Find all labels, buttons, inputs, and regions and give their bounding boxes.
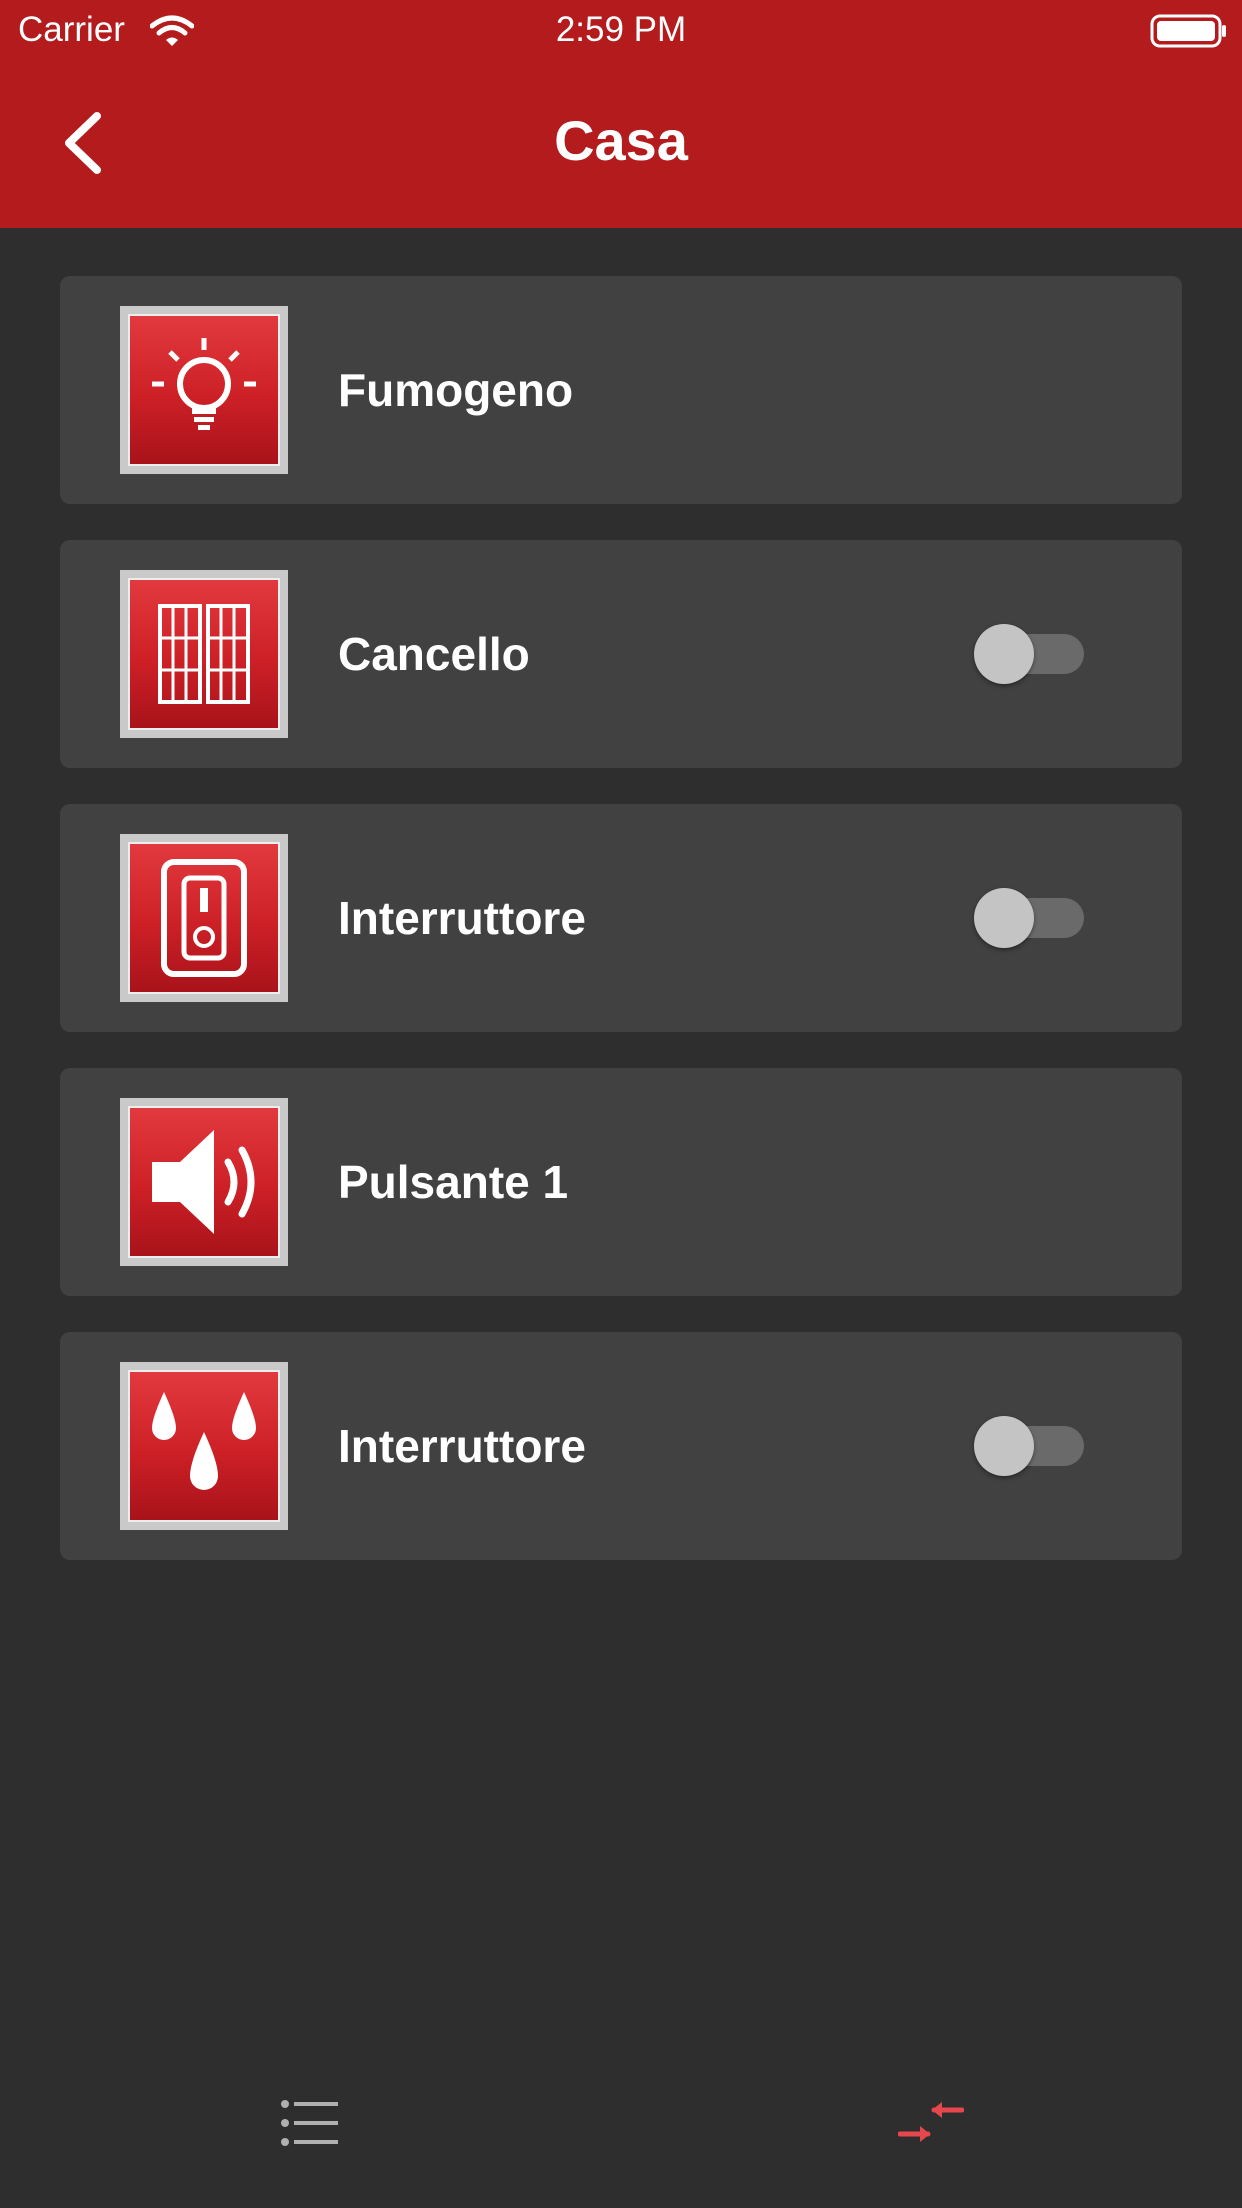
compact-arrows-icon[interactable] [898,2098,964,2148]
device-card-fumogeno[interactable]: Fumogeno [60,276,1182,504]
toggle-switch[interactable] [974,624,1084,684]
device-label: Pulsante 1 [338,1156,569,1208]
page-title: Casa [554,109,688,172]
device-label: Fumogeno [338,364,574,416]
switch-icon [120,834,288,1002]
device-label: Interruttore [338,892,586,944]
toggle-knob [974,888,1034,948]
toggle-switch[interactable] [974,888,1084,948]
device-card-pulsante-1[interactable]: Pulsante 1 [60,1068,1182,1296]
status-bar: Carrier 2:59 PM [0,0,1242,62]
light-bulb-icon [120,306,288,474]
device-card-cancello[interactable]: Cancello [60,540,1182,768]
tab-bar [0,2060,1242,2180]
device-card-interruttore[interactable]: Interruttore [60,804,1182,1032]
water-drops-icon [120,1362,288,1530]
device-card-interruttore-2[interactable]: Interruttore [60,1332,1182,1560]
toggle-switch[interactable] [974,1416,1084,1476]
speaker-icon [120,1098,288,1266]
device-label: Interruttore [338,1420,586,1472]
list-icon[interactable] [280,2098,340,2148]
device-label: Cancello [338,628,530,680]
toggle-knob [974,624,1034,684]
battery-icon [1150,14,1226,48]
toggle-knob [974,1416,1034,1476]
device-list: Fumogeno Cancello Interruttore Pulsante … [60,276,1182,1596]
nav-header: Carrier 2:59 PM Casa [0,0,1242,228]
gate-icon [120,570,288,738]
status-time: 2:59 PM [555,10,687,49]
